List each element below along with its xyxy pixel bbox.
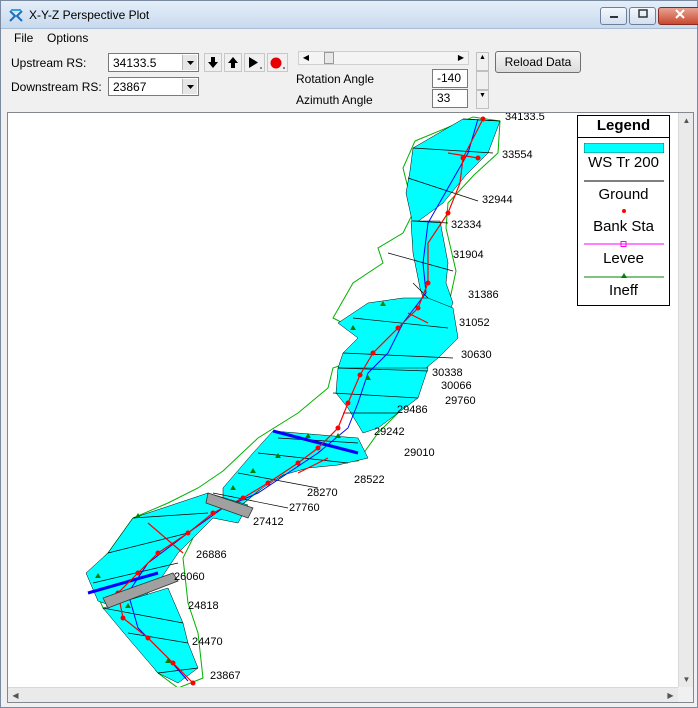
station-label: 30066	[441, 380, 472, 392]
downstream-value: 23867	[113, 80, 147, 94]
chevron-down-icon	[187, 85, 194, 89]
station-label: 32944	[482, 194, 513, 206]
legend-item-ineff: Ineff	[609, 282, 638, 299]
play-button[interactable]	[244, 53, 265, 72]
downstream-select[interactable]: 23867	[108, 77, 199, 96]
station-label: 31052	[459, 317, 490, 329]
station-label: 27760	[289, 502, 320, 514]
control-panel: Upstream RS: 34133.5 Downstream RS: 2386…	[1, 48, 697, 112]
menu-file[interactable]: File	[14, 31, 33, 45]
upstream-select[interactable]: 34133.5	[108, 53, 199, 72]
upstream-value: 34133.5	[113, 56, 157, 70]
scroll-right-icon[interactable]: ▶	[663, 688, 678, 703]
station-label: 31386	[468, 289, 499, 301]
scroll-down-icon[interactable]: ▼	[679, 672, 694, 687]
station-label: 29242	[374, 426, 405, 438]
azimuth-label: Azimuth Angle	[296, 93, 373, 107]
maximize-icon	[637, 9, 648, 18]
close-button[interactable]	[658, 7, 698, 25]
rotation-slider[interactable]: ◀ ▶	[298, 51, 469, 65]
vertical-scrollbar[interactable]: ▲ ▼	[678, 113, 693, 687]
station-label: 30338	[432, 367, 463, 379]
legend-item-bank-sta: Bank Sta	[593, 218, 654, 235]
station-label: 34133.5	[505, 113, 545, 123]
legend-separator	[578, 137, 669, 138]
plot-window: X-Y-Z Perspective Plot File Options Upst…	[0, 0, 698, 708]
downstream-label: Downstream RS:	[11, 80, 102, 94]
menu-bar: File Options	[1, 29, 697, 48]
station-label: 31904	[453, 249, 484, 261]
station-label: 29760	[445, 395, 476, 407]
upstream-label: Upstream RS:	[11, 56, 87, 70]
water-surface-upper	[405, 118, 501, 226]
minimize-button[interactable]	[600, 7, 627, 25]
legend-item-ws: WS Tr 200	[588, 154, 659, 171]
arrow-up-icon	[228, 57, 238, 68]
close-icon	[674, 9, 685, 19]
station-label: 32334	[451, 219, 482, 231]
scroll-left-icon[interactable]: ◀	[8, 688, 23, 703]
app-icon	[9, 9, 23, 22]
azimuth-spin-track[interactable]	[476, 71, 489, 90]
maximize-button[interactable]	[629, 7, 656, 25]
bank-sta-marker-icon	[622, 209, 626, 213]
record-icon	[270, 57, 285, 69]
station-label: 28522	[354, 474, 385, 486]
station-label: 23867	[210, 670, 241, 682]
upstream-dropdown-button[interactable]	[182, 55, 197, 70]
azimuth-spin-up[interactable]: ▲	[476, 52, 489, 71]
scroll-left-icon[interactable]: ◀	[299, 52, 313, 64]
legend-item-levee: Levee	[603, 250, 644, 267]
station-label: 30630	[461, 349, 492, 361]
station-label: 26886	[196, 549, 227, 561]
station-label: 29010	[404, 447, 435, 459]
title-bar[interactable]: X-Y-Z Perspective Plot	[1, 1, 698, 29]
chevron-down-icon	[187, 61, 194, 65]
downstream-dropdown-button[interactable]	[182, 79, 197, 94]
station-label: 24818	[188, 600, 219, 612]
perspective-plot[interactable]: 34133.5 33554 32944 32334 31904 31386 31052 306…	[7, 112, 694, 703]
arrow-down-icon	[208, 57, 218, 68]
legend: Legend WS Tr 200 Ground Bank Sta Levee I…	[577, 115, 670, 306]
reload-data-button[interactable]: Reload Data	[495, 51, 581, 73]
legend-item-ground: Ground	[598, 186, 649, 203]
ground-line-icon	[584, 180, 664, 182]
menu-options[interactable]: Options	[47, 31, 88, 45]
play-icon	[249, 57, 262, 69]
station-label: 27412	[253, 516, 284, 528]
ws-swatch-icon	[584, 143, 664, 153]
azimuth-spin-down[interactable]: ▼	[476, 90, 489, 109]
scroll-right-icon[interactable]: ▶	[454, 52, 468, 64]
ineff-line-icon	[584, 273, 664, 278]
move-down-button[interactable]	[204, 53, 222, 72]
azimuth-input[interactable]: 33	[432, 89, 468, 108]
window-title: X-Y-Z Perspective Plot	[29, 8, 150, 22]
horizontal-scrollbar[interactable]: ◀ ▶	[8, 687, 678, 702]
minimize-icon	[609, 16, 618, 18]
scrollbar-corner	[678, 687, 693, 702]
station-label: 24470	[192, 636, 223, 648]
rotation-label: Rotation Angle	[296, 72, 375, 86]
station-label: 33554	[502, 149, 533, 161]
move-up-button[interactable]	[224, 53, 242, 72]
station-label: 28270	[307, 487, 338, 499]
legend-title: Legend	[596, 117, 651, 134]
scroll-up-icon[interactable]: ▲	[679, 113, 694, 128]
station-label: 29486	[397, 404, 428, 416]
station-label: 26060	[174, 571, 205, 583]
rotation-slider-thumb[interactable]	[324, 52, 334, 64]
rotation-input[interactable]: -140	[432, 69, 468, 88]
levee-line-icon	[584, 241, 664, 247]
record-button[interactable]	[267, 53, 288, 72]
